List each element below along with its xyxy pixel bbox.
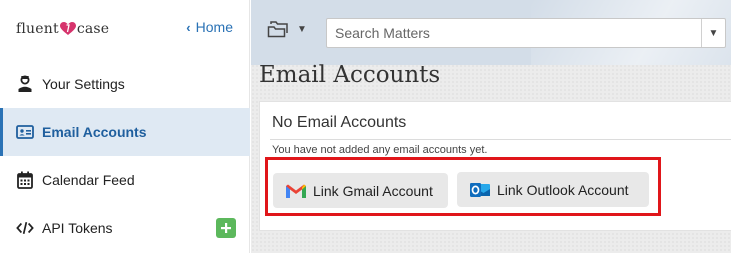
main-content: ▼ ▼ Email Accounts No Email Accounts You… (251, 0, 731, 253)
panel-divider (270, 139, 731, 140)
matter-folder-dropdown[interactable]: ▼ (267, 20, 307, 38)
email-accounts-panel: No Email Accounts You have not added any… (259, 101, 731, 231)
gmail-icon (285, 182, 307, 200)
search-input[interactable] (327, 19, 697, 47)
sidebar-item-your-settings[interactable]: Your Settings (0, 60, 250, 108)
sidebar-item-label: Email Accounts (42, 124, 147, 140)
search-dropdown-toggle[interactable]: ▼ (701, 19, 725, 47)
heart-icon (59, 22, 76, 36)
outlook-icon (469, 181, 491, 199)
plus-icon (221, 223, 231, 233)
page-title: Email Accounts (259, 62, 441, 88)
brand-name-left: fluent (16, 21, 59, 37)
link-outlook-button[interactable]: Link Outlook Account (457, 172, 649, 207)
user-icon (16, 75, 34, 93)
empty-state-message: You have not added any email accounts ye… (272, 144, 488, 156)
home-link[interactable]: ‹ Home (186, 19, 233, 35)
chevron-left-icon: ‹ (186, 19, 191, 35)
panel-title: No Email Accounts (272, 114, 407, 131)
folders-icon (267, 21, 288, 38)
sidebar-item-api-tokens[interactable]: API Tokens (0, 204, 250, 252)
link-gmail-button[interactable]: Link Gmail Account (273, 173, 448, 208)
caret-down-icon: ▼ (297, 23, 307, 35)
mail-card-icon (16, 123, 34, 141)
sidebar-item-calendar-feed[interactable]: Calendar Feed (0, 156, 250, 204)
link-outlook-label: Link Outlook Account (497, 181, 629, 198)
sidebar-item-label: Your Settings (42, 76, 125, 92)
calendar-icon (16, 171, 34, 189)
brand-logo[interactable]: fluent case (16, 18, 109, 40)
top-bar: ▼ ▼ (251, 0, 731, 65)
home-link-label: Home (195, 19, 233, 35)
sidebar-item-email-accounts[interactable]: Email Accounts (0, 108, 250, 156)
sidebar-item-label: Calendar Feed (42, 172, 135, 188)
brand-name-right: case (76, 21, 110, 37)
sidebar: fluent case ‹ Home Your Settings Email A… (0, 0, 250, 253)
sidebar-item-label: API Tokens (42, 220, 113, 236)
link-gmail-label: Link Gmail Account (313, 182, 433, 199)
add-token-button[interactable] (216, 218, 236, 238)
search-matters[interactable]: ▼ (326, 18, 726, 48)
code-icon (16, 219, 34, 237)
